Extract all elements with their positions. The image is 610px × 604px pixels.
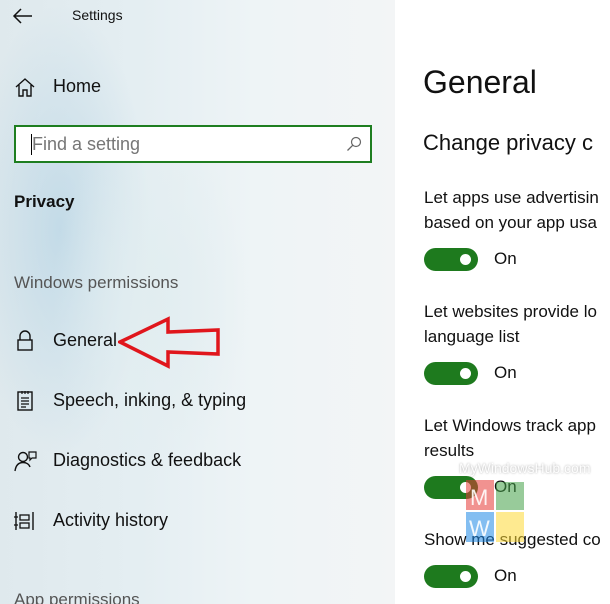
sidebar-item-diagnostics[interactable]: Diagnostics & feedback <box>14 447 374 477</box>
watermark-text: MyWindowsHub.com <box>459 460 591 476</box>
svg-text:W: W <box>469 516 490 541</box>
diagnostics-person-icon <box>14 451 37 472</box>
toggle-state-label: On <box>494 363 517 382</box>
nav-home-label: Home <box>53 76 102 96</box>
toggle-switch[interactable] <box>424 362 478 385</box>
section-heading-privacy: Privacy <box>14 192 75 211</box>
toggle-state-label: On <box>494 249 517 268</box>
svg-text:M: M <box>470 485 488 510</box>
home-icon <box>15 78 35 97</box>
sidebar-item-speech[interactable]: Speech, inking, & typing <box>14 387 374 417</box>
toggle-switch[interactable] <box>424 248 478 271</box>
back-arrow-icon <box>12 8 32 24</box>
setting-description-line: Let Windows track app <box>424 416 596 435</box>
sidebar-item-activity-history[interactable]: Activity history <box>14 507 374 537</box>
sidebar-item-label: General <box>53 330 118 350</box>
toggle-knob <box>460 368 471 379</box>
lock-icon <box>17 330 33 351</box>
group-label-windows-permissions: Windows permissions <box>14 273 179 292</box>
sidebar-item-label: Activity history <box>53 510 169 530</box>
toggle-state-label: On <box>494 566 517 585</box>
activity-timeline-icon <box>14 512 34 530</box>
search-input[interactable] <box>32 129 332 159</box>
setting-description-line: based on your app usa <box>424 213 597 232</box>
page-title: General <box>423 64 537 100</box>
toggle-switch[interactable] <box>424 565 478 588</box>
sidebar-item-label: Speech, inking, & typing <box>53 390 247 410</box>
settings-sidebar: Settings Home Privacy Windows permission… <box>0 0 395 604</box>
window-title: Settings <box>72 7 123 23</box>
annotation-arrow-icon <box>118 316 220 369</box>
group-label-app-permissions: App permissions <box>14 590 140 604</box>
nav-home[interactable]: Home <box>14 73 374 103</box>
setting-toggle-row: On <box>424 360 594 388</box>
back-button[interactable] <box>10 4 36 28</box>
setting-description-line: language list <box>424 327 520 346</box>
toggle-knob <box>460 571 471 582</box>
setting-description: Let websites provide lo language list <box>424 299 597 349</box>
setting-description-line: Let apps use advertisin <box>424 188 599 207</box>
sidebar-item-label: Diagnostics & feedback <box>53 450 242 470</box>
setting-description-line: Let websites provide lo <box>424 302 597 321</box>
toggle-knob <box>460 254 471 265</box>
search-box[interactable] <box>14 125 372 163</box>
section-subtitle: Change privacy c <box>423 130 593 155</box>
setting-toggle-row: On <box>424 246 594 274</box>
setting-description: Let Windows track app results <box>424 413 596 463</box>
search-icon[interactable] <box>346 136 362 152</box>
speech-notes-icon <box>17 391 33 411</box>
setting-description: Let apps use advertisin based on your ap… <box>424 185 599 235</box>
title-bar: Settings <box>0 0 395 32</box>
